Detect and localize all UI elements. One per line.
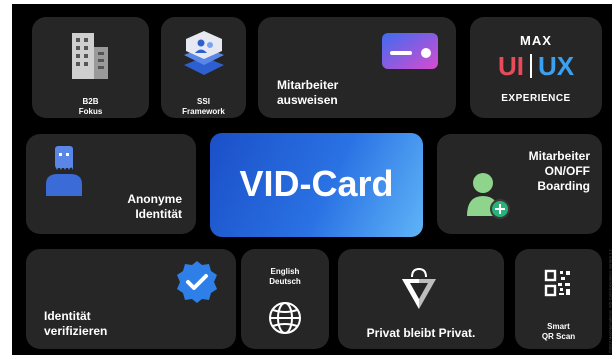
- globe-icon: [269, 302, 301, 334]
- ausweisen-label-line1: Mitarbeiter: [277, 78, 339, 92]
- feature-grid: B2B Fokus SSI Framework Mitarbeiter ausw…: [12, 4, 612, 355]
- b2b-label-line1: B2B: [82, 97, 99, 106]
- anonyme-label-line2: Identität: [135, 207, 182, 221]
- vid-card-title: VID-Card: [239, 163, 394, 204]
- tile-b2b-fokus[interactable]: B2B Fokus: [32, 17, 149, 118]
- tile-language[interactable]: English Deutsch: [241, 249, 329, 349]
- side-caption: ©2023 MaxInternational. VID-Card Experie…: [608, 249, 613, 353]
- verified-badge-icon: [177, 261, 217, 303]
- verifizieren-label-line2: verifizieren: [44, 324, 108, 338]
- ssi-label-line1: SSI: [197, 97, 210, 106]
- vid-card-hero[interactable]: VID-Card: [210, 133, 423, 237]
- tile-anonyme-identitaet[interactable]: Anonyme Identität: [26, 134, 196, 234]
- ui-ux-divider: [529, 54, 532, 78]
- verifizieren-label-line1: Identität: [44, 309, 91, 323]
- layers-icon: [184, 31, 224, 75]
- anonymous-user-icon: [46, 146, 82, 196]
- onoff-label-line1: Mitarbeiter: [528, 149, 590, 163]
- tile-qr-scan[interactable]: Smart QR Scan: [515, 249, 602, 349]
- ui-logo-text: UI: [497, 51, 524, 81]
- tile-max-ux[interactable]: MAX UI UX EXPERIENCE: [470, 17, 602, 118]
- onoff-label-line2: ON/OFF: [544, 164, 590, 178]
- tile-ssi-framework[interactable]: SSI Framework: [161, 17, 246, 118]
- side-caption-text: ©2023 MaxInternational. VID-Card Experie…: [608, 249, 613, 353]
- ssi-label-line2: Framework: [182, 107, 225, 116]
- language-english[interactable]: English: [241, 267, 329, 277]
- privat-label: Privat bleibt Privat.: [366, 326, 476, 340]
- privacy-logo-icon: [402, 267, 436, 309]
- tile-onoff-boarding[interactable]: Mitarbeiter ON/OFF Boarding: [437, 134, 602, 234]
- ux-logo-text: UX: [537, 51, 575, 81]
- id-card-icon: [382, 33, 438, 69]
- qr-label-line2: QR Scan: [541, 332, 576, 341]
- max-title: MAX: [520, 33, 552, 48]
- b2b-label-line2: Fokus: [78, 107, 103, 116]
- experience-label: EXPERIENCE: [501, 93, 571, 104]
- tile-mitarbeiter-ausweisen[interactable]: Mitarbeiter ausweisen: [258, 17, 456, 118]
- language-deutsch[interactable]: Deutsch: [241, 277, 329, 287]
- qr-label-line1: Smart: [547, 322, 570, 331]
- onoff-label-line3: Boarding: [537, 179, 590, 193]
- qr-code-icon: [544, 269, 570, 297]
- building-icon: [72, 33, 108, 79]
- ausweisen-label-line2: ausweisen: [277, 93, 338, 107]
- tile-identitaet-verifizieren[interactable]: Identität verifizieren: [26, 249, 236, 349]
- tile-privat[interactable]: Privat bleibt Privat.: [338, 249, 504, 349]
- anonyme-label-line1: Anonyme: [127, 192, 182, 206]
